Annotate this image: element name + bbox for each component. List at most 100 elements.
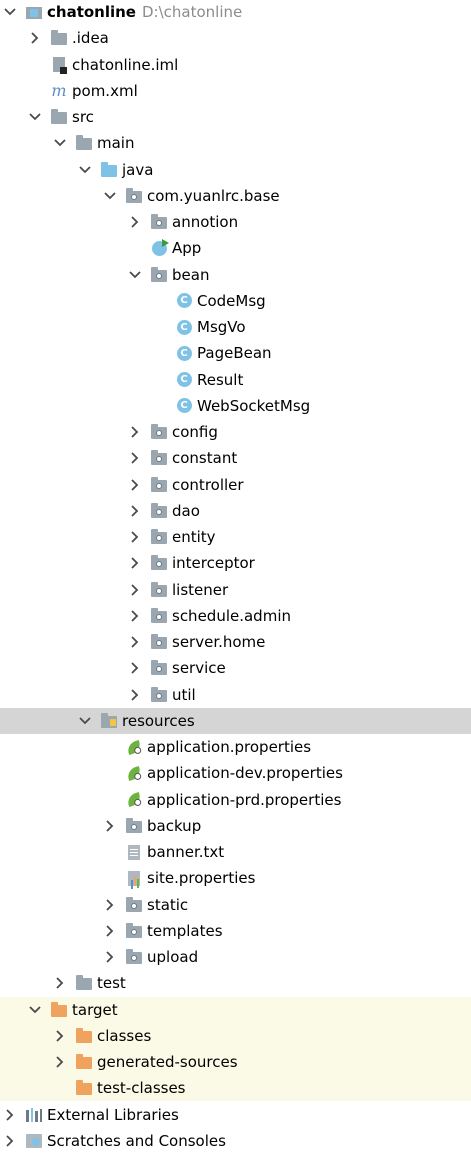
chevron-right-icon[interactable]	[28, 31, 42, 45]
chevron-right-icon[interactable]	[128, 661, 142, 675]
chevron-right-icon[interactable]	[103, 819, 117, 833]
tree-item-label: controller	[172, 475, 244, 494]
tree-item-site-properties[interactable]: site.properties	[0, 865, 471, 891]
package-icon	[150, 659, 168, 677]
tree-item-label: entity	[172, 528, 216, 546]
tree-item-label: application-dev.properties	[147, 764, 343, 783]
chevron-right-icon[interactable]	[3, 1134, 17, 1148]
tree-item-label: upload	[147, 948, 199, 966]
chevron-right-icon[interactable]	[128, 504, 142, 518]
tree-item-label: src	[72, 108, 94, 126]
tree-item-test-classes[interactable]: test-classes	[0, 1075, 471, 1102]
tree-item-application-prd-properties[interactable]: application-prd.properties	[0, 787, 471, 813]
tree-item-config[interactable]: config	[0, 419, 471, 445]
tree-item-java[interactable]: java	[0, 157, 471, 183]
tree-item-chatonline[interactable]: chatonline D:\chatonline	[0, 0, 471, 25]
chevron-right-icon[interactable]	[53, 1055, 67, 1069]
tree-item-pom-xml[interactable]: m pom.xml	[0, 78, 471, 104]
chevron-right-icon[interactable]	[103, 898, 117, 912]
chevron-right-icon[interactable]	[103, 924, 117, 938]
package-icon	[150, 266, 168, 284]
chevron-down-icon[interactable]	[78, 714, 92, 728]
tree-item-src[interactable]: src	[0, 104, 471, 130]
tree-item-application-properties[interactable]: application.properties	[0, 734, 471, 760]
chevron-right-icon[interactable]	[53, 1029, 67, 1043]
tree-item-label: site.properties	[147, 869, 256, 888]
chevron-right-icon[interactable]	[128, 215, 142, 229]
package-icon	[150, 686, 168, 704]
tree-item-websocketmsg[interactable]: C WebSocketMsg	[0, 393, 471, 419]
chevron-down-icon[interactable]	[78, 163, 92, 177]
tree-item-result[interactable]: C Result	[0, 367, 471, 393]
tree-item-chatonline-iml[interactable]: chatonline.iml	[0, 52, 471, 78]
tree-item-label: chatonline	[47, 3, 136, 21]
chevron-down-icon[interactable]	[128, 268, 142, 282]
tree-item-application-dev-properties[interactable]: application-dev.properties	[0, 760, 471, 786]
tree-item-listener[interactable]: listener	[0, 577, 471, 603]
tree-item-pagebean[interactable]: C PageBean	[0, 340, 471, 366]
tree-item-schedule-admin[interactable]: schedule.admin	[0, 603, 471, 629]
package-icon	[150, 607, 168, 625]
chevron-right-icon[interactable]	[128, 688, 142, 702]
chevron-right-icon[interactable]	[128, 530, 142, 544]
chevron-down-icon[interactable]	[28, 1003, 42, 1017]
tree-item-constant[interactable]: constant	[0, 445, 471, 471]
tree-item-idea[interactable]: .idea	[0, 25, 471, 51]
tree-item-com-yuanlrc-base[interactable]: com.yuanlrc.base	[0, 183, 471, 209]
package-icon	[150, 554, 168, 572]
chevron-down-icon[interactable]	[3, 5, 17, 19]
tree-item-entity[interactable]: entity	[0, 524, 471, 550]
tree-item-target[interactable]: target	[0, 996, 471, 1023]
tree-item-util[interactable]: util	[0, 682, 471, 708]
tree-item-banner-txt[interactable]: banner.txt	[0, 839, 471, 865]
tree-item-codemsg[interactable]: C CodeMsg	[0, 288, 471, 314]
tree-item-classes[interactable]: classes	[0, 1022, 471, 1049]
tree-item-main[interactable]: main	[0, 130, 471, 156]
tree-item-interceptor[interactable]: interceptor	[0, 550, 471, 576]
chevron-right-icon[interactable]	[128, 583, 142, 597]
chevron-right-icon[interactable]	[128, 451, 142, 465]
tree-item-bean[interactable]: bean	[0, 262, 471, 288]
tree-item-label: interceptor	[172, 554, 255, 573]
tree-item-resources[interactable]: resources	[0, 707, 471, 734]
folder-icon	[75, 134, 93, 152]
package-icon	[125, 187, 143, 205]
folder-icon	[50, 108, 68, 126]
tree-item-label: test-classes	[97, 1079, 186, 1098]
tree-item-scratches-and-consoles[interactable]: Scratches and Consoles	[0, 1128, 471, 1154]
tree-item-msgvo[interactable]: C MsgVo	[0, 314, 471, 340]
tree-item-dao[interactable]: dao	[0, 498, 471, 524]
tree-item-upload[interactable]: upload	[0, 944, 471, 970]
tree-item-external-libraries[interactable]: External Libraries	[0, 1102, 471, 1128]
tree-item-service[interactable]: service	[0, 655, 471, 681]
tree-item-label: util	[172, 685, 196, 704]
tree-item-label: annotion	[172, 213, 239, 231]
excluded-folder-icon	[50, 1001, 68, 1019]
chevron-down-icon[interactable]	[53, 136, 67, 150]
tree-item-static[interactable]: static	[0, 892, 471, 918]
chevron-down-icon[interactable]	[28, 110, 42, 124]
tree-item-label: MsgVo	[197, 318, 246, 336]
tree-item-label: backup	[147, 816, 202, 835]
excluded-folder-icon	[75, 1053, 93, 1071]
chevron-down-icon[interactable]	[103, 189, 117, 203]
chevron-right-icon[interactable]	[128, 609, 142, 623]
tree-item-generated-sources[interactable]: generated-sources	[0, 1049, 471, 1075]
tree-item-controller[interactable]: controller	[0, 472, 471, 498]
tree-item-annotion[interactable]: annotion	[0, 209, 471, 235]
chevron-right-icon[interactable]	[128, 635, 142, 649]
chevron-right-icon[interactable]	[128, 425, 142, 439]
tree-item-app[interactable]: App	[0, 235, 471, 261]
spring-properties-icon	[125, 764, 143, 782]
tree-item-test[interactable]: test	[0, 970, 471, 996]
chevron-right-icon[interactable]	[3, 1108, 17, 1122]
tree-item-label: PageBean	[197, 344, 272, 363]
chevron-right-icon[interactable]	[103, 950, 117, 964]
chevron-right-icon[interactable]	[53, 976, 67, 990]
chevron-right-icon[interactable]	[128, 478, 142, 492]
tree-item-templates[interactable]: templates	[0, 918, 471, 944]
tree-item-server-home[interactable]: server.home	[0, 629, 471, 655]
package-icon	[125, 948, 143, 966]
chevron-right-icon[interactable]	[128, 556, 142, 570]
tree-item-backup[interactable]: backup	[0, 813, 471, 839]
